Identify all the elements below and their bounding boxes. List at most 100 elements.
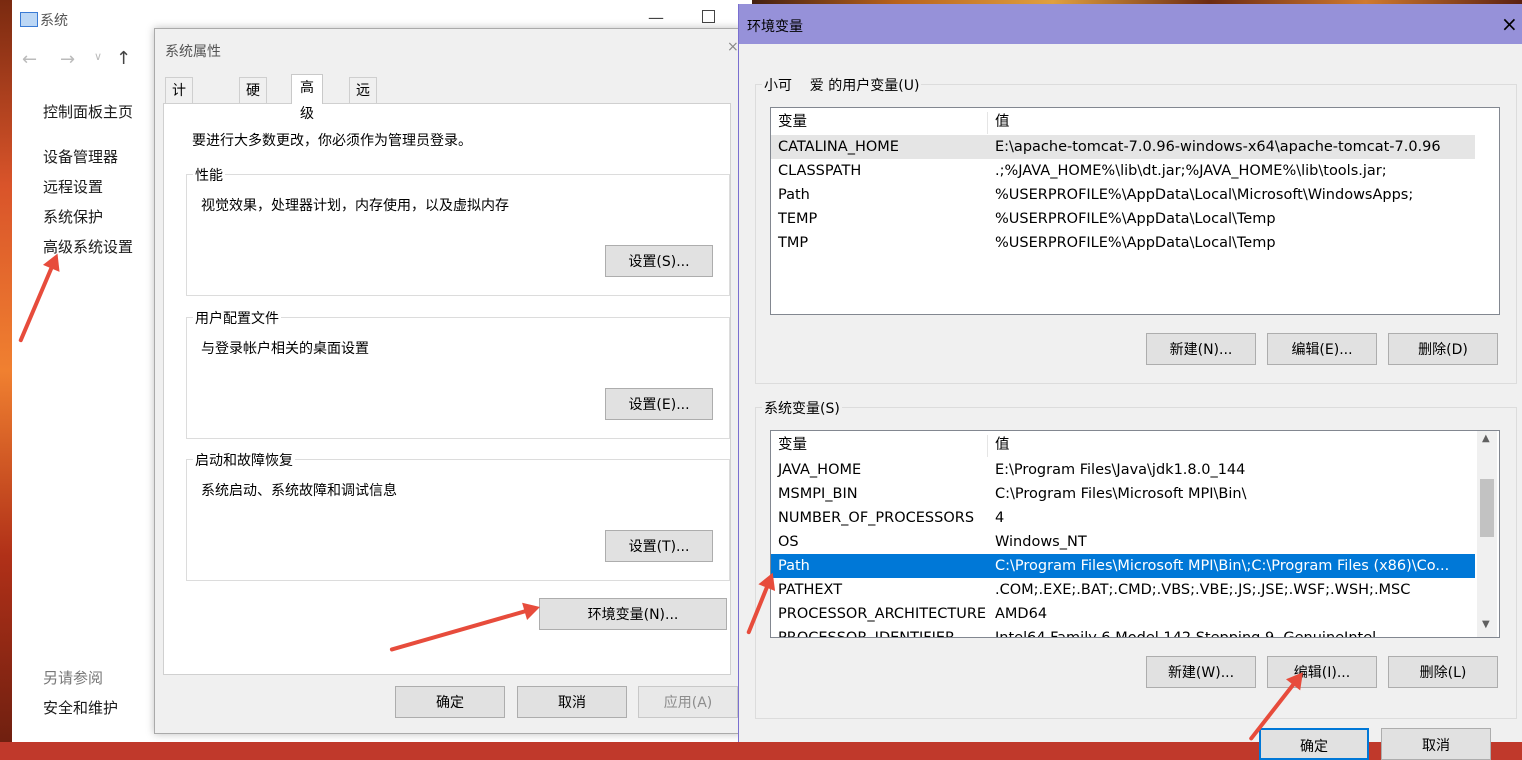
variable-value: E:\Program Files\Java\jdk1.8.0_144 bbox=[995, 462, 1246, 478]
group-description: 与登录帐户相关的桌面设置 bbox=[201, 341, 369, 357]
table-row[interactable]: PATHEXT .COM;.EXE;.BAT;.CMD;.VBS;.VBE;.J… bbox=[771, 578, 1475, 602]
variable-value: 4 bbox=[995, 510, 1005, 526]
cancel-button[interactable]: 取消 bbox=[517, 686, 627, 718]
table-row[interactable]: OS Windows_NT bbox=[771, 530, 1475, 554]
system-edit-button[interactable]: 编辑(I)... bbox=[1267, 656, 1377, 688]
variable-name: TEMP bbox=[778, 211, 818, 227]
variable-name: CATALINA_HOME bbox=[778, 139, 899, 155]
device-manager-link[interactable]: 设备管理器 bbox=[43, 146, 118, 167]
list-header: 变量 值 bbox=[771, 433, 1475, 457]
see-also-heading: 另请参阅 bbox=[43, 669, 104, 687]
variable-name: MSMPI_BIN bbox=[778, 486, 858, 502]
tab-remote[interactable]: 远程 bbox=[349, 77, 377, 125]
tab-computer-name[interactable]: 计算机名 bbox=[165, 77, 193, 177]
scroll-up-icon[interactable]: ▲ bbox=[1482, 433, 1490, 444]
desktop-background bbox=[0, 0, 12, 742]
remote-settings-link[interactable]: 远程设置 bbox=[43, 176, 103, 197]
variable-name: PROCESSOR_IDENTIFIER bbox=[778, 630, 956, 638]
table-row[interactable]: CLASSPATH .;%JAVA_HOME%\lib\dt.jar;%JAVA… bbox=[771, 159, 1475, 183]
variable-value: Intel64 Family 6 Model 142 Stepping 9, G… bbox=[995, 630, 1377, 638]
variable-name: Path bbox=[778, 187, 810, 203]
system-properties-dialog: 系统属性 × 计算机名 硬件 高级 远程 要进行大多数更改，你必须作为管理员登录… bbox=[154, 28, 742, 734]
tab-advanced[interactable]: 高级 bbox=[291, 74, 323, 122]
security-maintenance-link[interactable]: 安全和维护 bbox=[43, 697, 118, 718]
table-row-selected[interactable]: Path C:\Program Files\Microsoft MPI\Bin\… bbox=[771, 554, 1475, 578]
ok-button[interactable]: 确定 bbox=[395, 686, 505, 718]
table-row[interactable]: NUMBER_OF_PROCESSORS 4 bbox=[771, 506, 1475, 530]
user-variables-group: 小可 爱 的用户变量(U) 变量 值 CATALINA_HOME E:\apac… bbox=[755, 75, 1517, 384]
startup-recovery-group: 启动和故障恢复 系统启动、系统故障和调试信息 设置(T)... bbox=[186, 450, 730, 581]
table-row[interactable]: MSMPI_BIN C:\Program Files\Microsoft MPI… bbox=[771, 482, 1475, 506]
apply-button[interactable]: 应用(A) bbox=[638, 686, 738, 718]
chevron-down-icon[interactable]: ∨ bbox=[94, 50, 102, 63]
user-delete-button[interactable]: 删除(D) bbox=[1388, 333, 1498, 365]
performance-settings-button[interactable]: 设置(S)... bbox=[605, 245, 713, 277]
forward-arrow-icon[interactable]: → bbox=[60, 49, 75, 70]
performance-group: 性能 视觉效果，处理器计划，内存使用，以及虚拟内存 设置(S)... bbox=[186, 165, 730, 296]
column-header-variable[interactable]: 变量 bbox=[778, 110, 807, 134]
variable-value: .;%JAVA_HOME%\lib\dt.jar;%JAVA_HOME%\lib… bbox=[995, 163, 1387, 179]
column-header-value[interactable]: 值 bbox=[995, 110, 1010, 134]
maximize-icon[interactable] bbox=[702, 10, 715, 23]
variable-value: %USERPROFILE%\AppData\Local\Temp bbox=[995, 211, 1276, 227]
variable-value: C:\Program Files\Microsoft MPI\Bin\;C:\P… bbox=[995, 558, 1450, 574]
variable-value: E:\apache-tomcat-7.0.96-windows-x64\apac… bbox=[995, 139, 1441, 155]
system-delete-button[interactable]: 删除(L) bbox=[1388, 656, 1498, 688]
variable-value: .COM;.EXE;.BAT;.CMD;.VBS;.VBE;.JS;.JSE;.… bbox=[995, 582, 1411, 598]
group-title: 性能 bbox=[193, 165, 225, 185]
advanced-tab-panel: 要进行大多数更改，你必须作为管理员登录。 性能 视觉效果，处理器计划，内存使用，… bbox=[163, 103, 731, 675]
env-ok-button[interactable]: 确定 bbox=[1259, 728, 1369, 760]
variable-value: AMD64 bbox=[995, 606, 1048, 622]
group-description: 视觉效果，处理器计划，内存使用，以及虚拟内存 bbox=[201, 198, 509, 214]
group-title: 用户配置文件 bbox=[193, 308, 281, 328]
user-edit-button[interactable]: 编辑(E)... bbox=[1267, 333, 1377, 365]
close-icon[interactable]: × bbox=[727, 39, 739, 55]
minimize-icon[interactable]: — bbox=[648, 8, 664, 27]
system-variables-label: 系统变量(S) bbox=[762, 398, 842, 418]
variable-name: PROCESSOR_ARCHITECTURE bbox=[778, 606, 987, 622]
system-protection-link[interactable]: 系统保护 bbox=[43, 206, 103, 227]
variable-name: PATHEXT bbox=[778, 582, 843, 598]
env-cancel-button[interactable]: 取消 bbox=[1381, 728, 1491, 760]
column-divider bbox=[987, 112, 988, 134]
table-row[interactable]: PROCESSOR_IDENTIFIER Intel64 Family 6 Mo… bbox=[771, 626, 1475, 638]
table-row[interactable]: CATALINA_HOME E:\apache-tomcat-7.0.96-wi… bbox=[771, 135, 1475, 159]
admin-note: 要进行大多数更改，你必须作为管理员登录。 bbox=[192, 133, 472, 149]
dialog-titlebar: 环境变量 × bbox=[739, 4, 1522, 44]
user-profiles-settings-button[interactable]: 设置(E)... bbox=[605, 388, 713, 420]
column-header-value[interactable]: 值 bbox=[995, 433, 1010, 457]
variable-value: Windows_NT bbox=[995, 534, 1087, 550]
control-panel-home-link[interactable]: 控制面板主页 bbox=[43, 101, 133, 122]
table-row[interactable]: TEMP %USERPROFILE%\AppData\Local\Temp bbox=[771, 207, 1475, 231]
list-header: 变量 值 bbox=[771, 110, 1499, 134]
user-profiles-group: 用户配置文件 与登录帐户相关的桌面设置 设置(E)... bbox=[186, 308, 730, 439]
column-header-variable[interactable]: 变量 bbox=[778, 433, 807, 457]
system-variables-list[interactable]: 变量 值 JAVA_HOME E:\Program Files\Java\jdk… bbox=[770, 430, 1500, 638]
dialog-title: 系统属性 bbox=[165, 44, 221, 60]
environment-variables-button[interactable]: 环境变量(N)... bbox=[539, 598, 727, 630]
variable-name: CLASSPATH bbox=[778, 163, 862, 179]
computer-icon bbox=[20, 12, 38, 27]
variable-name: TMP bbox=[778, 235, 809, 251]
variable-value: C:\Program Files\Microsoft MPI\Bin\ bbox=[995, 486, 1247, 502]
up-arrow-icon[interactable]: ↑ bbox=[116, 48, 131, 69]
user-variables-list[interactable]: 变量 值 CATALINA_HOME E:\apache-tomcat-7.0.… bbox=[770, 107, 1500, 315]
startup-recovery-settings-button[interactable]: 设置(T)... bbox=[605, 530, 713, 562]
table-row[interactable]: PROCESSOR_ARCHITECTURE AMD64 bbox=[771, 602, 1475, 626]
scrollbar-thumb[interactable] bbox=[1480, 479, 1494, 537]
column-divider bbox=[987, 435, 988, 457]
variable-name: Path bbox=[778, 558, 810, 574]
scroll-down-icon[interactable]: ▼ bbox=[1482, 619, 1490, 630]
tab-hardware[interactable]: 硬件 bbox=[239, 77, 267, 125]
user-new-button[interactable]: 新建(N)... bbox=[1146, 333, 1256, 365]
table-row[interactable]: Path %USERPROFILE%\AppData\Local\Microso… bbox=[771, 183, 1475, 207]
variable-value: %USERPROFILE%\AppData\Local\Temp bbox=[995, 235, 1276, 251]
variable-name: JAVA_HOME bbox=[778, 462, 862, 478]
system-new-button[interactable]: 新建(W)... bbox=[1146, 656, 1256, 688]
table-row[interactable]: TMP %USERPROFILE%\AppData\Local\Temp bbox=[771, 231, 1475, 255]
back-arrow-icon[interactable]: ← bbox=[22, 49, 37, 70]
group-description: 系统启动、系统故障和调试信息 bbox=[201, 483, 397, 499]
table-row[interactable]: JAVA_HOME E:\Program Files\Java\jdk1.8.0… bbox=[771, 458, 1475, 482]
close-icon[interactable]: × bbox=[1501, 12, 1518, 36]
vertical-scrollbar[interactable]: ▲ ▼ bbox=[1477, 431, 1497, 637]
